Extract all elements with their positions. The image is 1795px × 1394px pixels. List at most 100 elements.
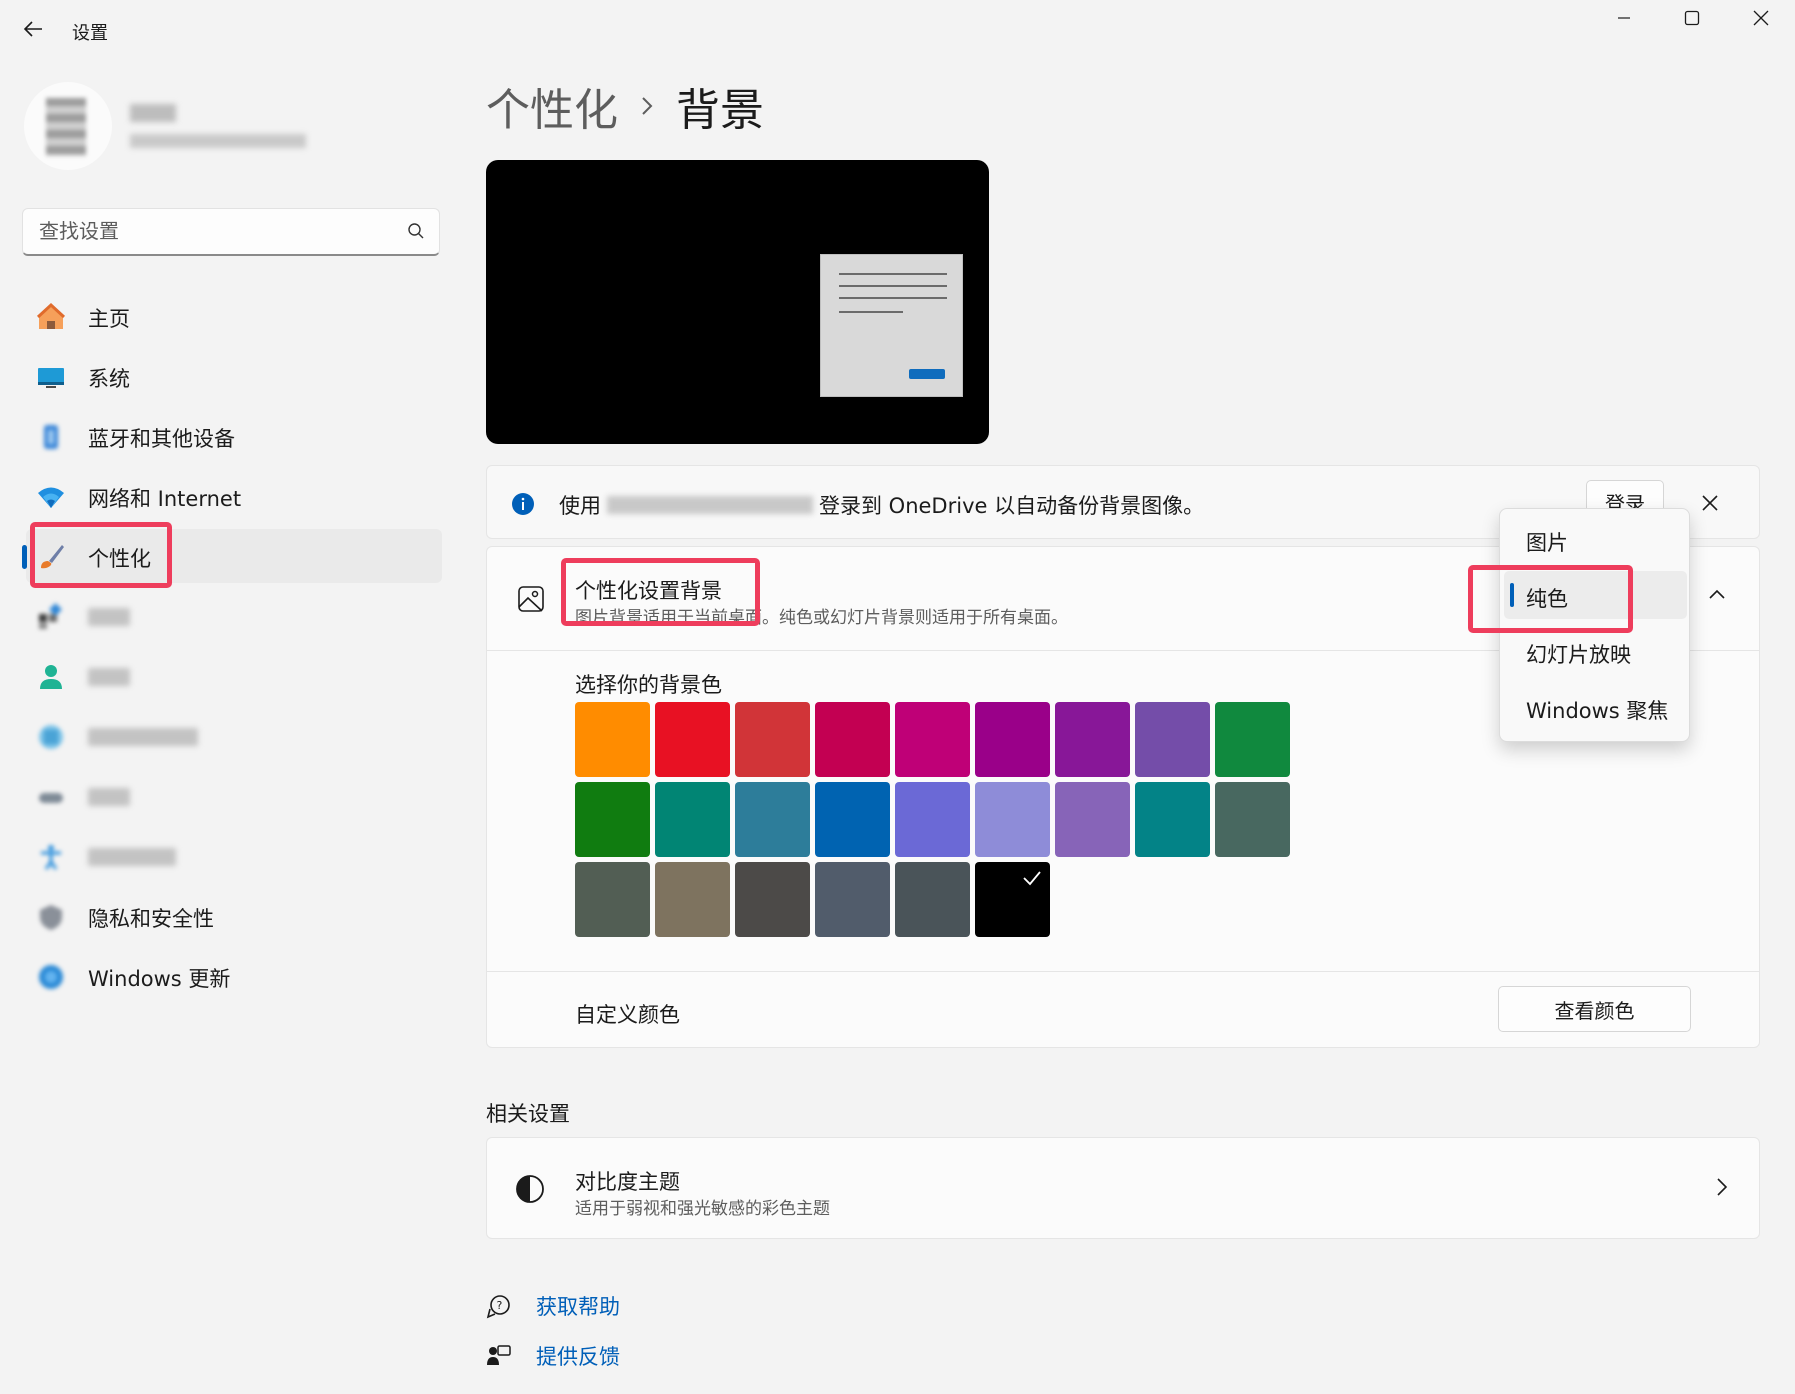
dropdown-option-solid-color[interactable]: 纯色: [1504, 571, 1687, 619]
sidebar-item-label: 主页: [88, 307, 130, 331]
preview-window: [820, 254, 963, 397]
color-swatch[interactable]: [895, 782, 970, 857]
search-icon[interactable]: [407, 222, 425, 240]
sidebar-label-redacted: [88, 608, 130, 626]
contrast-icon: [516, 1175, 544, 1203]
update-icon: [39, 965, 63, 989]
color-swatch[interactable]: [815, 862, 890, 937]
contrast-description: 适用于弱视和强光敏感的彩色主题: [575, 1199, 830, 1219]
sidebar-item-label: 隐私和安全性: [88, 907, 214, 931]
color-swatch[interactable]: [1135, 782, 1210, 857]
background-title: 个性化设置背景: [575, 579, 722, 603]
sidebar-label-redacted: [88, 788, 130, 806]
minimize-button[interactable]: [1590, 0, 1658, 36]
get-help-label: 获取帮助: [536, 1295, 620, 1319]
close-icon: [1753, 10, 1769, 26]
sidebar-item-label: 蓝牙和其他设备: [88, 427, 235, 451]
sidebar-item-gaming[interactable]: [26, 769, 442, 823]
apps-icon: [39, 603, 62, 629]
chevron-right-icon: [640, 95, 654, 117]
sidebar-item-label: 网络和 Internet: [88, 487, 242, 511]
selected-indicator: [1510, 583, 1514, 607]
accessibility-icon: [41, 845, 61, 870]
color-swatch[interactable]: [1135, 702, 1210, 777]
color-swatch[interactable]: [655, 782, 730, 857]
sidebar-item-accounts[interactable]: [26, 649, 442, 703]
monitor-icon: [38, 368, 64, 388]
page-title: 背景: [676, 85, 764, 136]
sidebar-item-apps[interactable]: [26, 589, 442, 643]
color-swatch[interactable]: [655, 862, 730, 937]
title-bar: 设置: [0, 0, 1795, 60]
gamepad-icon: [39, 793, 63, 803]
color-swatch[interactable]: [975, 702, 1050, 777]
color-swatch[interactable]: [1055, 702, 1130, 777]
color-swatch[interactable]: [575, 702, 650, 777]
feedback-icon: [487, 1345, 511, 1365]
color-swatch[interactable]: [895, 862, 970, 937]
app-title: 设置: [72, 23, 108, 44]
dropdown-option-slideshow[interactable]: 幻灯片放映: [1504, 627, 1687, 675]
sidebar-label-redacted: [88, 728, 198, 746]
sidebar-item-time-language[interactable]: [26, 709, 442, 763]
sidebar-label-redacted: [88, 848, 176, 866]
sidebar-item-network[interactable]: 网络和 Internet: [26, 469, 442, 523]
chevron-up-icon[interactable]: [1707, 587, 1727, 601]
color-swatch[interactable]: [1055, 782, 1130, 857]
color-swatch[interactable]: [1215, 782, 1290, 857]
wifi-icon: [38, 487, 64, 508]
color-swatch[interactable]: [655, 702, 730, 777]
sidebar-item-accessibility[interactable]: [26, 829, 442, 883]
user-email-redacted: [130, 134, 306, 148]
give-feedback-link[interactable]: 提供反馈: [486, 1339, 620, 1373]
close-window-button[interactable]: [1727, 0, 1795, 36]
contrast-themes-card[interactable]: 对比度主题 适用于弱视和强光敏感的彩色主题: [486, 1137, 1760, 1239]
back-arrow-icon: [23, 21, 42, 37]
info-suffix: 登录到 OneDrive 以自动备份背景图像。: [819, 494, 1205, 518]
sidebar-item-windows-update[interactable]: Windows 更新: [26, 949, 442, 1003]
home-icon: [36, 302, 66, 329]
color-swatch[interactable]: [815, 702, 890, 777]
custom-color-label: 自定义颜色: [575, 1003, 680, 1027]
color-swatch[interactable]: [975, 862, 1050, 937]
sidebar-item-home[interactable]: 主页: [26, 289, 442, 343]
sidebar-item-privacy[interactable]: 隐私和安全性: [26, 889, 442, 943]
info-icon: [512, 493, 534, 515]
search-input[interactable]: [39, 209, 379, 253]
color-swatch[interactable]: [575, 862, 650, 937]
sidebar-item-personalization[interactable]: 个性化: [26, 529, 442, 583]
help-icon: ?: [486, 1295, 510, 1319]
color-swatch[interactable]: [975, 782, 1050, 857]
info-prefix: 使用: [559, 494, 601, 518]
color-swatch[interactable]: [735, 782, 810, 857]
color-swatch[interactable]: [735, 862, 810, 937]
dropdown-option-spotlight[interactable]: Windows 聚焦: [1504, 683, 1687, 731]
color-swatch[interactable]: [735, 702, 810, 777]
custom-color-row: 自定义颜色 查看颜色: [487, 971, 1759, 1049]
checkmark-icon: [1023, 871, 1041, 886]
shield-icon: [40, 905, 62, 930]
dropdown-option-picture[interactable]: 图片: [1504, 515, 1687, 563]
sidebar-item-system[interactable]: 系统: [26, 349, 442, 403]
background-color-label: 选择你的背景色: [575, 673, 722, 697]
background-type-dropdown[interactable]: 图片 纯色 幻灯片放映 Windows 聚焦: [1499, 508, 1690, 742]
contrast-title: 对比度主题: [575, 1170, 680, 1194]
view-colors-button[interactable]: 查看颜色: [1498, 986, 1691, 1032]
user-avatar[interactable]: [24, 82, 112, 170]
back-button[interactable]: [18, 14, 48, 44]
bluetooth-icon: [44, 425, 58, 449]
color-swatch[interactable]: [575, 782, 650, 857]
color-swatch[interactable]: [1215, 702, 1290, 777]
sidebar-item-bluetooth[interactable]: 蓝牙和其他设备: [26, 409, 442, 463]
breadcrumb-parent[interactable]: 个性化: [486, 74, 618, 138]
info-message: 使用 登录到 OneDrive 以自动备份背景图像。: [559, 490, 1204, 520]
selected-indicator: [22, 545, 27, 569]
close-icon[interactable]: [1697, 490, 1723, 516]
give-feedback-label: 提供反馈: [536, 1345, 620, 1369]
color-swatch[interactable]: [815, 782, 890, 857]
search-box[interactable]: [22, 208, 440, 256]
color-swatch[interactable]: [895, 702, 970, 777]
image-icon: [518, 586, 544, 612]
maximize-button[interactable]: [1658, 0, 1726, 36]
get-help-link[interactable]: ? 获取帮助: [486, 1289, 620, 1323]
